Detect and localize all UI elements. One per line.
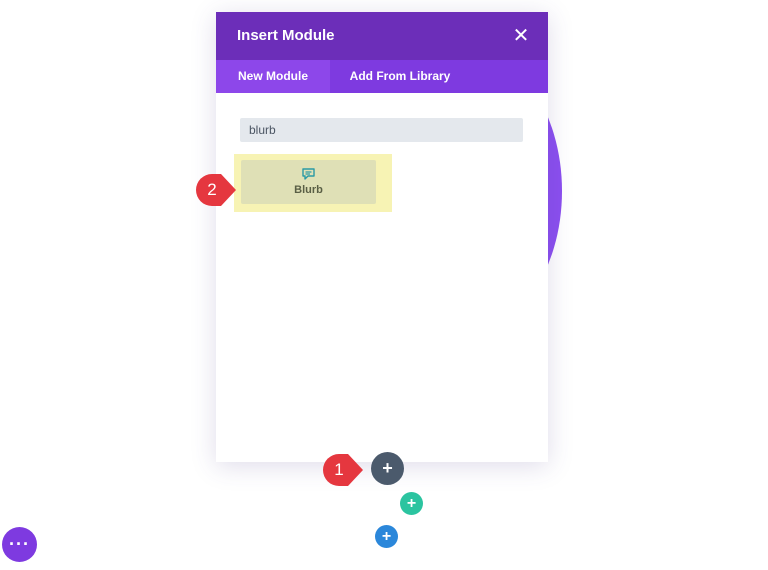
tab-new-module[interactable]: New Module: [216, 60, 330, 93]
callout-number: 2: [207, 180, 217, 199]
module-option-blurb[interactable]: Blurb: [241, 160, 376, 204]
step-callout-2: 2: [195, 172, 237, 208]
close-icon[interactable]: ✕: [510, 25, 532, 47]
add-module-button[interactable]: +: [371, 452, 404, 485]
add-row-button[interactable]: +: [400, 492, 423, 515]
add-section-button[interactable]: +: [375, 525, 398, 548]
callout-number: 1: [334, 460, 344, 479]
module-option-label: Blurb: [294, 184, 323, 196]
dialog-header: Insert Module ✕: [216, 12, 548, 60]
page-settings-button[interactable]: ···: [2, 527, 37, 562]
dialog-tabs: New Module Add From Library: [216, 60, 548, 93]
dialog-title: Insert Module: [237, 27, 335, 44]
comment-icon: [302, 168, 315, 180]
module-search-input[interactable]: [240, 118, 523, 142]
step-callout-1: 1: [322, 452, 364, 488]
tab-add-from-library[interactable]: Add From Library: [330, 60, 470, 93]
insert-module-dialog: Insert Module ✕ New Module Add From Libr…: [216, 12, 548, 462]
